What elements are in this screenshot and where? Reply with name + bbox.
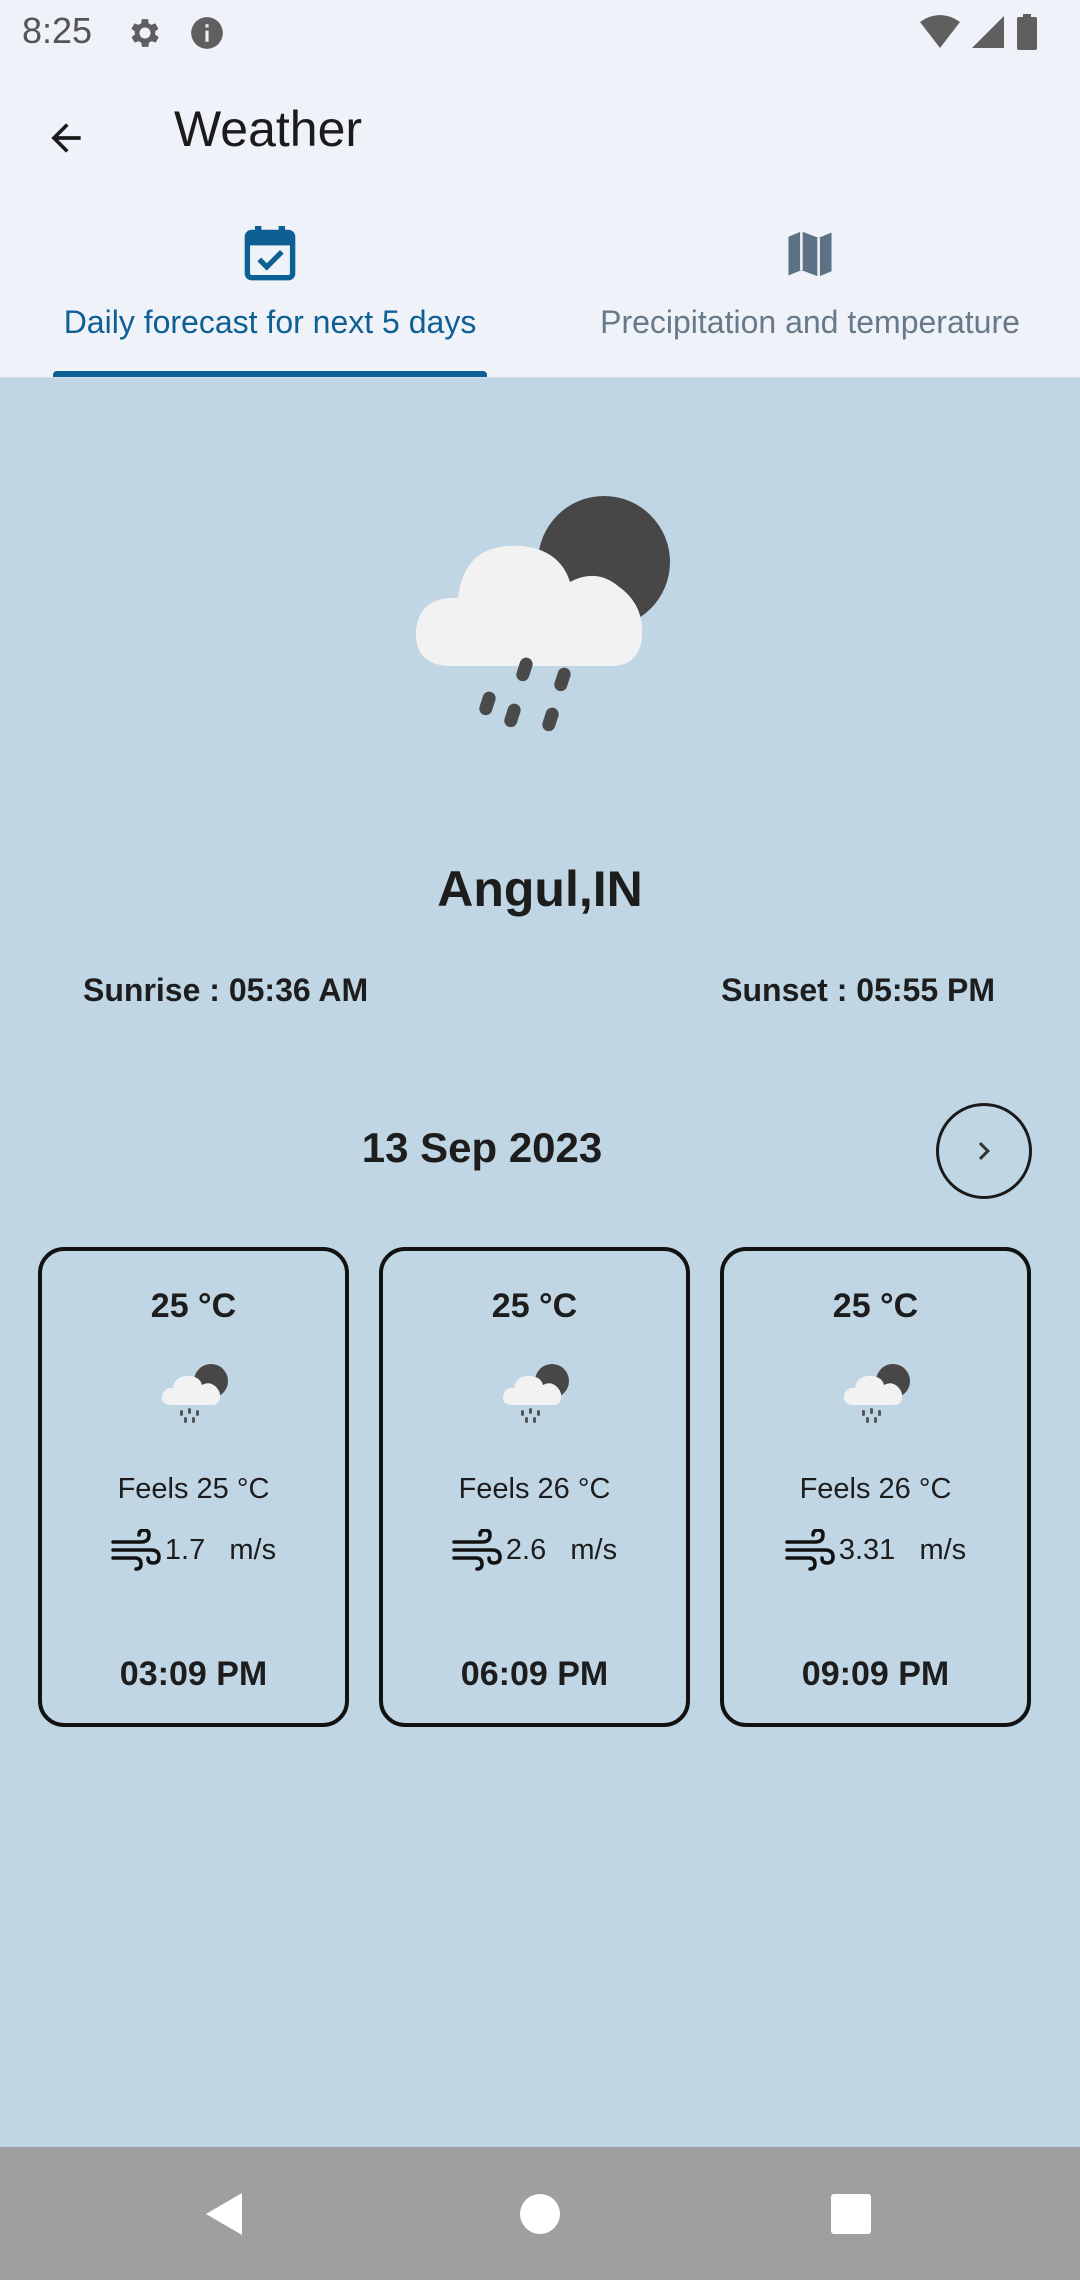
status-bar: 8:25 xyxy=(0,0,1080,64)
info-icon xyxy=(191,17,223,49)
card-time: 03:09 PM xyxy=(119,1655,268,1693)
forecast-cards: 25 °C Feels 25 °C 1.7 m/s 03:09 PM 25 °C… xyxy=(38,1247,1042,1727)
card-wind-speed: 1.7 m/s xyxy=(164,1533,277,1566)
divider xyxy=(0,377,1080,378)
tab-label: Precipitation and temperature xyxy=(600,304,1020,340)
rain-cloud-night-icon xyxy=(843,1364,910,1423)
forecast-card[interactable]: 25 °C Feels 26 °C 3.31 m/s 09:09 PM xyxy=(720,1247,1031,1727)
rain-cloud-night-icon xyxy=(502,1364,569,1423)
card-wind: 2.6 m/s xyxy=(383,1529,686,1571)
arrow-back-icon xyxy=(51,123,81,153)
nav-back-button[interactable] xyxy=(194,2183,256,2245)
wind-icon xyxy=(785,1529,835,1571)
signal-icon xyxy=(972,16,1004,48)
card-time: 09:09 PM xyxy=(801,1655,950,1693)
card-wind: 1.7 m/s xyxy=(42,1529,345,1571)
tab-label: Daily forecast for next 5 days xyxy=(63,304,477,340)
tab-bar: Daily forecast for next 5 days Precipita… xyxy=(0,200,1080,378)
page-title: Weather xyxy=(174,101,363,157)
map-icon xyxy=(788,231,832,277)
card-feels-like: Feels 26 °C xyxy=(458,1473,611,1505)
tab-precipitation[interactable]: Precipitation and temperature xyxy=(540,200,1080,378)
sunset-time: Sunset : 05:55 PM xyxy=(721,972,995,1008)
card-wind-speed: 3.31 m/s xyxy=(838,1533,967,1566)
card-temperature: 25 °C xyxy=(150,1287,237,1325)
back-button[interactable] xyxy=(24,96,108,180)
chevron-right-icon xyxy=(978,1142,990,1160)
home-circle-icon xyxy=(520,2194,560,2234)
card-feels-like: Feels 25 °C xyxy=(117,1473,270,1505)
forecast-date: 13 Sep 2023 xyxy=(361,1124,603,1171)
wifi-icon xyxy=(920,15,960,48)
card-time: 06:09 PM xyxy=(460,1655,609,1693)
wind-icon xyxy=(452,1529,502,1571)
tab-daily-forecast[interactable]: Daily forecast for next 5 days xyxy=(0,200,540,378)
rain-cloud-night-icon xyxy=(415,496,670,732)
wind-icon xyxy=(111,1529,161,1571)
sunrise-time: Sunrise : 05:36 AM xyxy=(83,972,369,1008)
recents-square-icon xyxy=(831,2194,871,2234)
app-bar: Weather xyxy=(0,64,1080,200)
card-feels-like: Feels 26 °C xyxy=(799,1473,952,1505)
system-nav-bar xyxy=(0,2147,1080,2280)
settings-icon xyxy=(131,19,159,47)
card-temperature: 25 °C xyxy=(832,1287,919,1325)
forecast-card[interactable]: 25 °C Feels 25 °C 1.7 m/s 03:09 PM xyxy=(38,1247,349,1727)
location-name: Angul,IN xyxy=(437,861,643,917)
card-wind-speed: 2.6 m/s xyxy=(505,1533,618,1566)
forecast-card[interactable]: 25 °C Feels 26 °C 2.6 m/s 06:09 PM xyxy=(379,1247,690,1727)
calendar-check-icon xyxy=(244,226,296,281)
rain-cloud-night-icon xyxy=(161,1364,228,1423)
nav-recents-button[interactable] xyxy=(820,2183,882,2245)
card-temperature: 25 °C xyxy=(491,1287,578,1325)
nav-home-button[interactable] xyxy=(509,2183,571,2245)
battery-icon xyxy=(1017,14,1037,50)
next-day-button[interactable] xyxy=(936,1103,1032,1199)
status-time: 8:25 xyxy=(22,10,93,51)
card-wind: 3.31 m/s xyxy=(724,1529,1027,1571)
back-triangle-icon xyxy=(206,2193,242,2235)
